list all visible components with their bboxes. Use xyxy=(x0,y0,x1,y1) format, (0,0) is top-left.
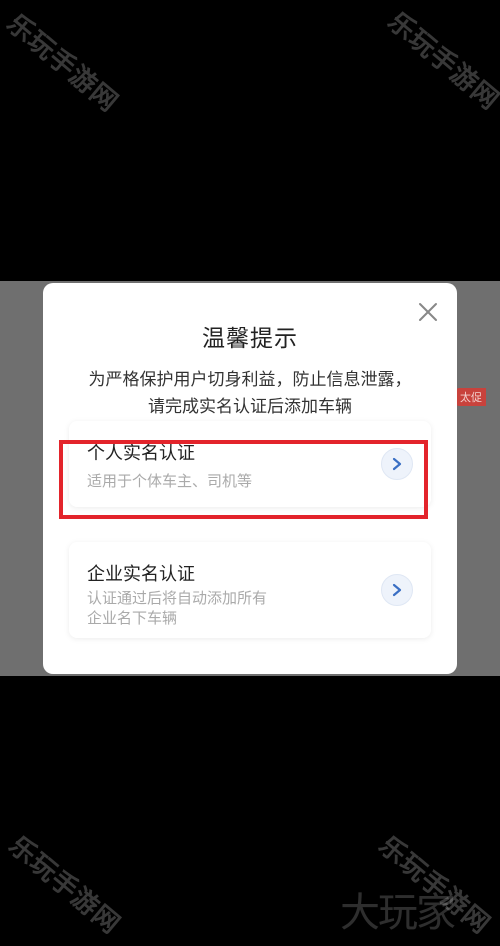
site-watermark: 乐玩手游网 xyxy=(2,830,126,941)
dialog-message: 为严格保护用户切身利益，防止信息泄露， 请完成实名认证后添加车辆 xyxy=(57,367,443,421)
dialog-message-line: 为严格保护用户切身利益，防止信息泄露， xyxy=(88,370,412,390)
site-watermark: 乐玩手游网 xyxy=(381,6,500,117)
option-title: 企业实名认证 xyxy=(87,564,195,585)
option-subtitle-line: 企业名下车辆 xyxy=(87,609,178,627)
option-title: 个人实名认证 xyxy=(87,443,195,464)
option-subtitle: 认证通过后将自动添加所有 企业名下车辆 xyxy=(87,588,347,628)
option-subtitle-line: 认证通过后将自动添加所有 xyxy=(87,589,268,607)
enterprise-verification-arrow-button[interactable] xyxy=(381,574,413,606)
site-watermark: 乐玩手游网 xyxy=(0,8,124,119)
enterprise-verification-option[interactable]: 企业实名认证 认证通过后将自动添加所有 企业名下车辆 xyxy=(69,542,431,638)
dialog-title: 温馨提示 xyxy=(202,326,298,352)
screen: 太促 温馨提示 为严格保护用户切身利益，防止信息泄露， 请完成实名认证后添加车辆… xyxy=(0,0,500,946)
option-subtitle: 适用于个体车主、司机等 xyxy=(87,471,347,491)
option-subtitle-line: 适用于个体车主、司机等 xyxy=(87,472,253,490)
dialog-message-line: 请完成实名认证后添加车辆 xyxy=(148,397,352,417)
personal-verification-option[interactable]: 个人实名认证 适用于个体车主、司机等 xyxy=(69,421,431,507)
chevron-right-icon xyxy=(392,583,402,597)
brand-logo-watermark: 大玩家 xyxy=(340,890,456,936)
personal-verification-arrow-button[interactable] xyxy=(381,448,413,480)
chevron-right-icon xyxy=(392,457,402,471)
verification-dialog: 温馨提示 为严格保护用户切身利益，防止信息泄露， 请完成实名认证后添加车辆 个人… xyxy=(43,283,457,674)
background-tag: 太促 xyxy=(456,388,486,406)
